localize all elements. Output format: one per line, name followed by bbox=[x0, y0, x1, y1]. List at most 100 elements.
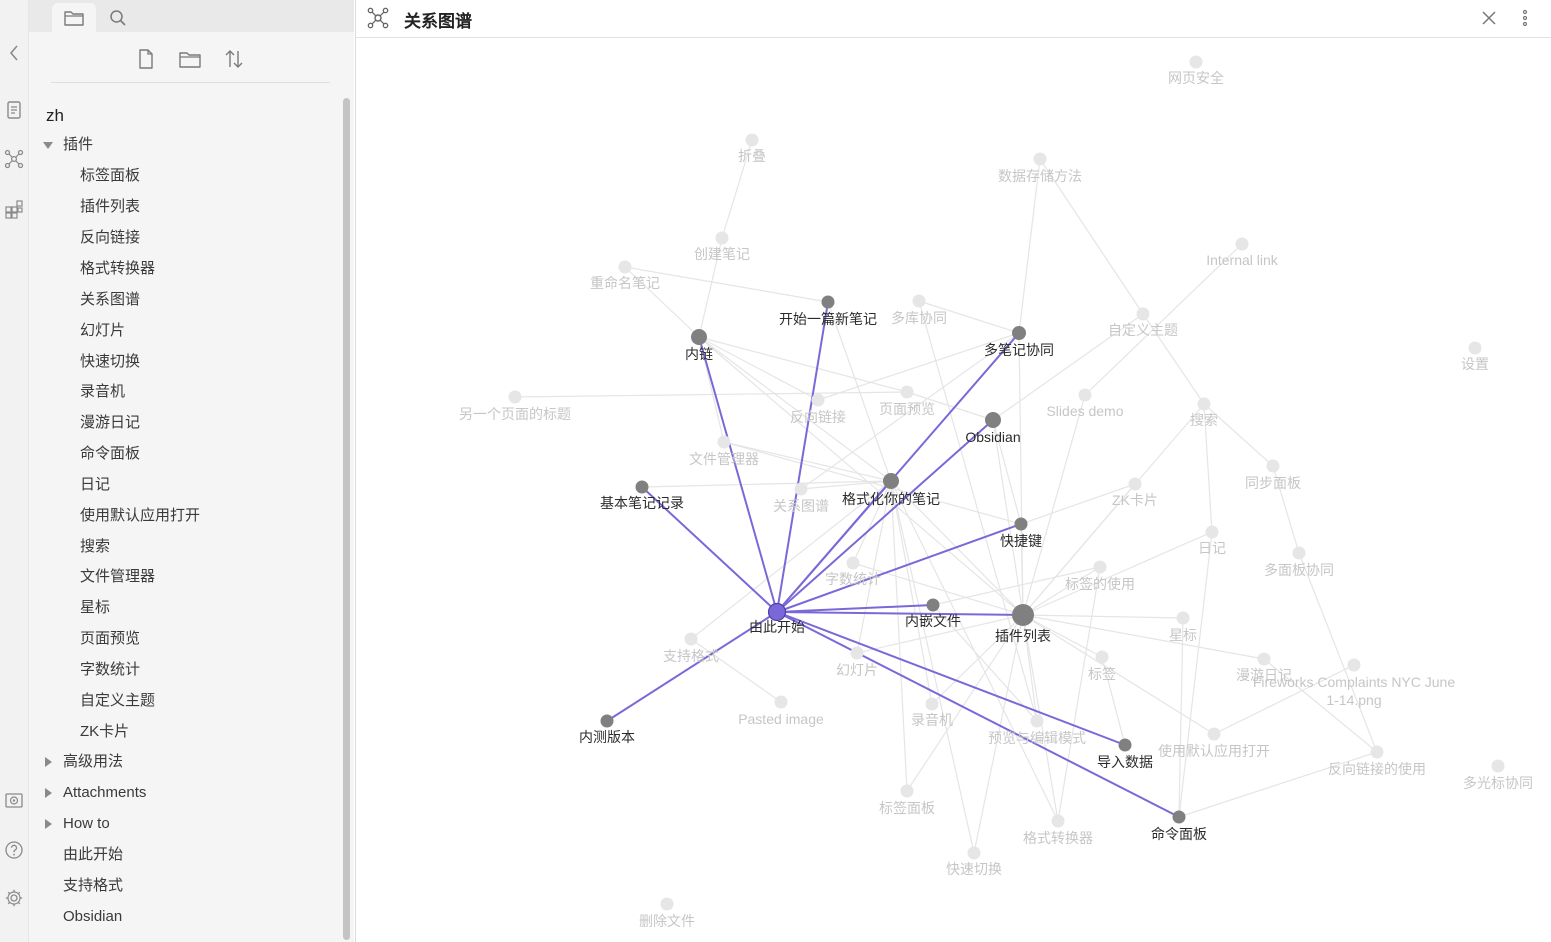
graph-node[interactable]: 自定义主题 bbox=[1108, 307, 1178, 339]
graph-node[interactable]: Fireworks Complaints NYC June 1-14.png bbox=[1253, 658, 1455, 709]
graph-node-dot[interactable] bbox=[883, 473, 899, 489]
file-item[interactable]: 文件管理器 bbox=[80, 563, 155, 591]
graph-node-dot[interactable] bbox=[1078, 388, 1092, 402]
close-button[interactable] bbox=[1478, 7, 1500, 29]
graph-node-dot[interactable] bbox=[1207, 727, 1221, 741]
graph-node-dot[interactable] bbox=[618, 260, 632, 274]
graph-node[interactable]: 反向链接 bbox=[790, 393, 846, 426]
graph-node[interactable]: 开始一篇新笔记 bbox=[779, 295, 877, 328]
graph-node[interactable]: 另一个页面的标题 bbox=[459, 390, 571, 423]
graph-node[interactable]: 内链 bbox=[685, 329, 713, 362]
graph-node-dot[interactable] bbox=[912, 294, 926, 308]
new-folder-button[interactable] bbox=[177, 46, 203, 72]
graph-node-dot[interactable] bbox=[1118, 738, 1132, 752]
graph-node-dot[interactable] bbox=[1033, 152, 1047, 166]
file-item[interactable]: 插件列表 bbox=[80, 193, 140, 221]
file-item[interactable]: 幻灯片 bbox=[80, 317, 125, 345]
graph-node[interactable]: 录音机 bbox=[911, 697, 953, 729]
graph-node-dot[interactable] bbox=[1235, 237, 1249, 251]
tab-search[interactable] bbox=[107, 3, 129, 32]
graph-node-dot[interactable] bbox=[1136, 307, 1150, 321]
graph-node[interactable]: Pasted image bbox=[738, 695, 824, 728]
file-item[interactable]: 页面预览 bbox=[80, 625, 140, 653]
graph-node-dot[interactable] bbox=[1266, 459, 1280, 473]
graph-node-dot[interactable] bbox=[1012, 604, 1034, 626]
graph-node-dot[interactable] bbox=[1257, 652, 1271, 666]
file-item[interactable]: 自定义主题 bbox=[80, 687, 155, 715]
graph-node[interactable]: 格式转换器 bbox=[1023, 814, 1093, 847]
file-item[interactable]: 标签面板 bbox=[80, 162, 140, 190]
file-item[interactable]: ZK卡片 bbox=[80, 718, 129, 746]
graph-view-icon[interactable] bbox=[3, 148, 25, 170]
graph-node[interactable]: 设置 bbox=[1461, 341, 1489, 373]
graph-node[interactable]: 页面预览 bbox=[879, 385, 935, 418]
graph-node-dot[interactable] bbox=[1030, 714, 1044, 728]
chevron-left-icon[interactable] bbox=[3, 42, 25, 64]
graph-node-dot[interactable] bbox=[600, 714, 614, 728]
graph-node[interactable]: 删除文件 bbox=[639, 897, 695, 930]
graph-node[interactable]: 多面板协同 bbox=[1264, 546, 1334, 579]
graph-node[interactable]: 由此开始 bbox=[749, 602, 805, 636]
graph-node[interactable]: 使用默认应用打开 bbox=[1158, 727, 1270, 760]
graph-node-dot[interactable] bbox=[985, 412, 1001, 428]
graph-node[interactable]: 导入数据 bbox=[1097, 738, 1153, 771]
new-note-button[interactable] bbox=[133, 46, 159, 72]
file-item[interactable]: 反向链接 bbox=[80, 224, 140, 252]
graph-node-dot[interactable] bbox=[691, 329, 707, 345]
more-options-button[interactable] bbox=[1514, 7, 1536, 29]
graph-node-dot[interactable] bbox=[850, 646, 864, 660]
sidebar-scrollbar[interactable] bbox=[341, 98, 351, 940]
graph-node[interactable]: 反向链接的使用 bbox=[1328, 745, 1426, 778]
file-item[interactable]: 漫游日记 bbox=[80, 409, 140, 437]
sort-button[interactable] bbox=[221, 46, 247, 72]
file-item[interactable]: 快速切换 bbox=[80, 348, 140, 376]
graph-node-dot[interactable] bbox=[926, 598, 940, 612]
graph-node-dot[interactable] bbox=[1347, 658, 1361, 672]
graph-node-dot[interactable] bbox=[660, 897, 674, 911]
file-item[interactable]: 星标 bbox=[80, 594, 110, 622]
graph-node-dot[interactable] bbox=[684, 632, 698, 646]
graph-node-dot[interactable] bbox=[767, 602, 787, 622]
graph-node-dot[interactable] bbox=[635, 480, 649, 494]
help-icon[interactable] bbox=[3, 839, 25, 861]
graph-node-dot[interactable] bbox=[1176, 611, 1190, 625]
graph-node-dot[interactable] bbox=[900, 784, 914, 798]
graph-node-dot[interactable] bbox=[925, 697, 939, 711]
open-quick-switcher-icon[interactable] bbox=[3, 99, 25, 121]
file-item[interactable]: 命令面板 bbox=[80, 440, 140, 468]
file-item[interactable]: 日记 bbox=[80, 471, 110, 499]
graph-node-dot[interactable] bbox=[1370, 745, 1384, 759]
graph-node[interactable]: 重命名笔记 bbox=[590, 260, 660, 292]
graph-node[interactable]: 日记 bbox=[1198, 525, 1226, 557]
file-item[interactable]: Obsidian bbox=[63, 903, 122, 931]
graph-node[interactable]: 内测版本 bbox=[579, 714, 635, 746]
plugins-grid-icon[interactable] bbox=[3, 198, 25, 220]
graph-node[interactable]: 命令面板 bbox=[1151, 810, 1207, 843]
graph-node[interactable]: Obsidian bbox=[965, 412, 1021, 445]
graph-node-dot[interactable] bbox=[811, 393, 825, 407]
graph-node[interactable]: 预览与编辑模式 bbox=[988, 714, 1086, 747]
vault-root-label[interactable]: zh bbox=[46, 106, 64, 126]
graph-node[interactable]: 星标 bbox=[1169, 611, 1197, 644]
graph-node-dot[interactable] bbox=[1093, 560, 1107, 574]
graph-node[interactable]: 创建笔记 bbox=[694, 231, 750, 263]
graph-node[interactable]: 标签的使用 bbox=[1065, 560, 1135, 593]
graph-node[interactable]: 搜索 bbox=[1190, 397, 1218, 429]
graph-node-dot[interactable] bbox=[717, 435, 731, 449]
file-item[interactable]: 录音机 bbox=[80, 378, 125, 406]
graph-node-dot[interactable] bbox=[1012, 326, 1026, 340]
settings-gear-icon[interactable] bbox=[3, 887, 25, 909]
graph-node[interactable]: ZK卡片 bbox=[1112, 477, 1158, 509]
graph-node[interactable]: 网页安全 bbox=[1168, 55, 1224, 87]
file-item[interactable]: 搜索 bbox=[80, 533, 110, 561]
graph-node-dot[interactable] bbox=[821, 295, 835, 309]
graph-node[interactable]: 多库协同 bbox=[891, 294, 947, 327]
tab-file-explorer[interactable] bbox=[52, 3, 96, 32]
graph-node[interactable]: 标签面板 bbox=[879, 784, 935, 817]
graph-node-dot[interactable] bbox=[774, 695, 788, 709]
file-item[interactable]: 字数统计 bbox=[80, 656, 140, 684]
graph-node[interactable]: Slides demo bbox=[1046, 388, 1124, 420]
graph-node-dot[interactable] bbox=[900, 385, 914, 399]
graph-node-dot[interactable] bbox=[967, 846, 981, 860]
file-item[interactable]: 支持格式 bbox=[63, 872, 123, 900]
